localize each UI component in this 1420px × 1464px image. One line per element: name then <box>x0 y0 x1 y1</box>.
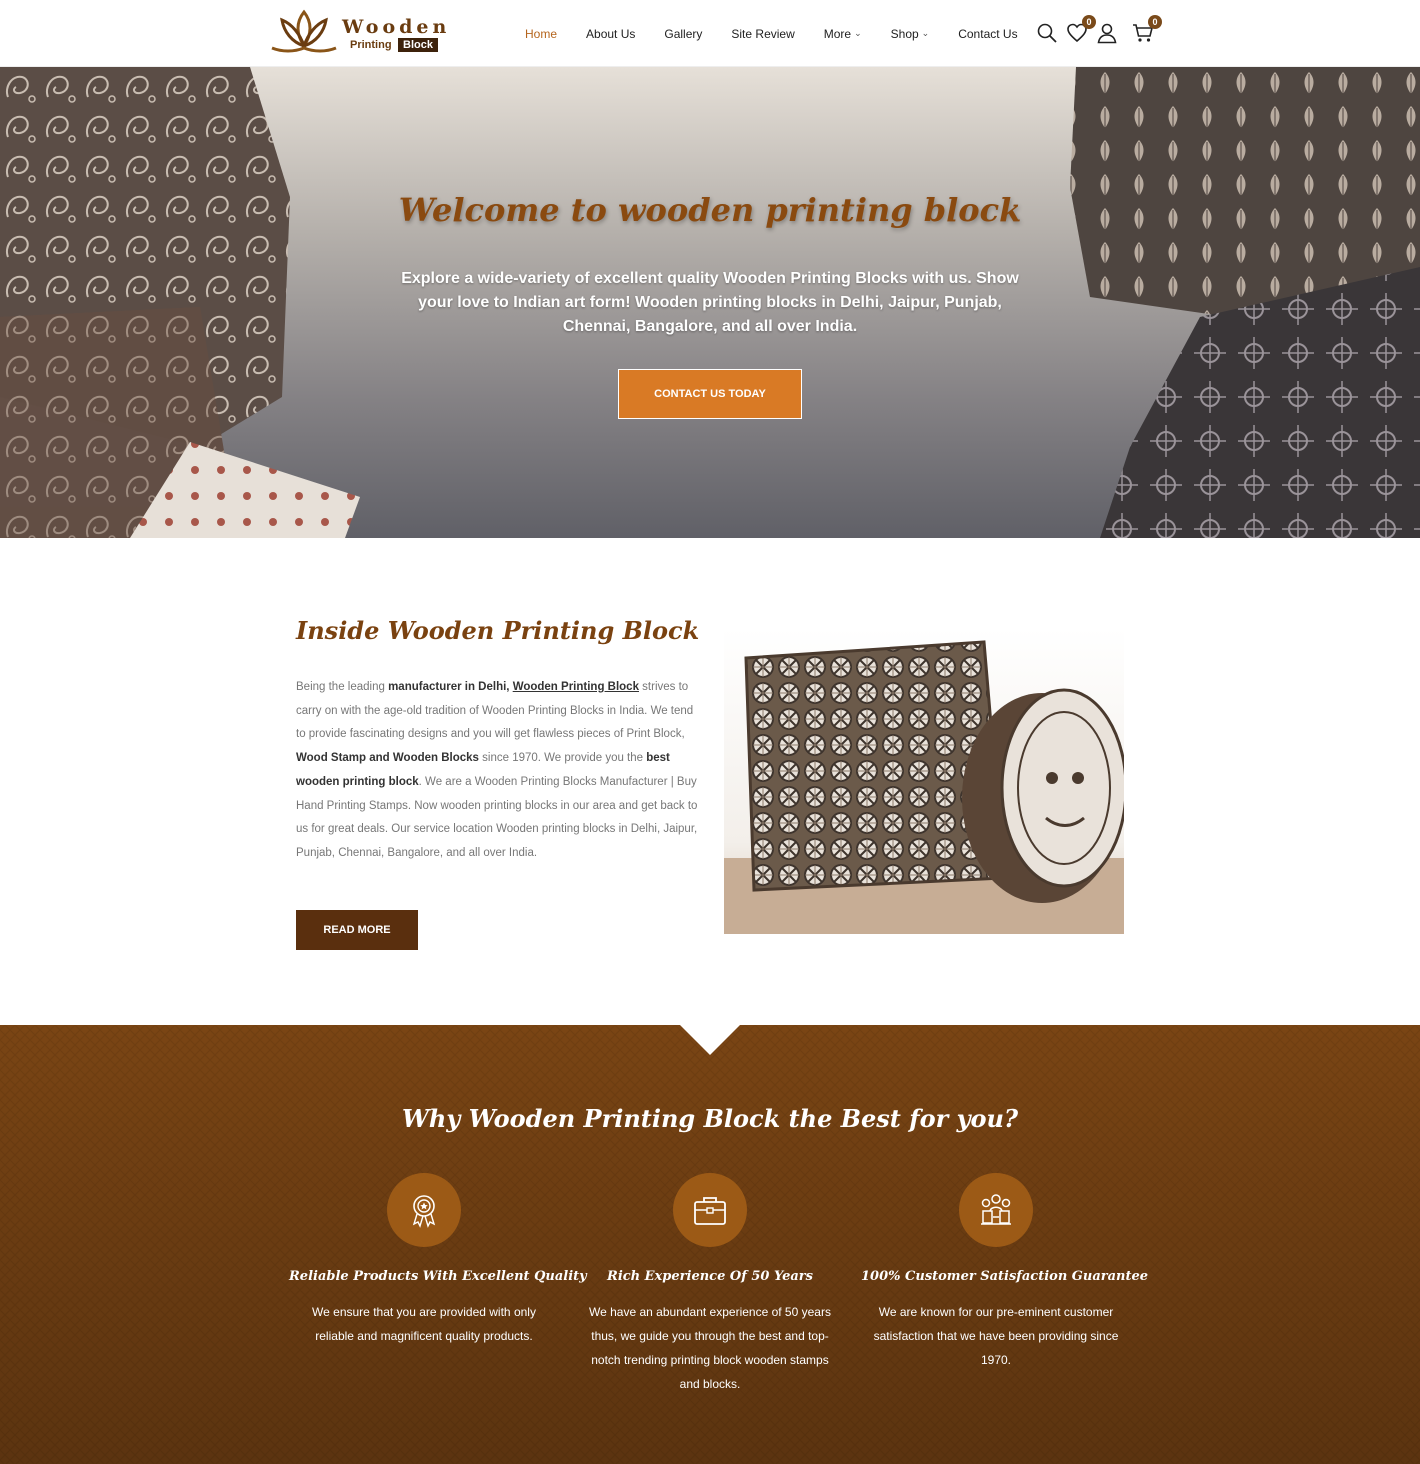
nav-shop-label: Shop <box>890 26 919 41</box>
nav-contact-us[interactable]: Contact Us <box>958 27 1017 41</box>
nav-shop[interactable]: Shop ⌄ <box>891 27 930 41</box>
nav-home[interactable]: Home <box>525 27 557 41</box>
logo-sub: Printing <box>350 39 392 51</box>
logo-sub-box: Block <box>398 38 438 52</box>
nav-more[interactable]: More ⌄ <box>824 27 862 41</box>
nav-about-us-label: About Us <box>586 26 636 41</box>
customer-group-icon <box>959 1173 1033 1247</box>
logo-word: Wooden <box>342 16 451 38</box>
feature-card: Rich Experience Of 50 Years We have an a… <box>575 1173 845 1396</box>
about-text-bold: Wood Stamp and Wooden Blocks <box>296 752 479 765</box>
site-logo[interactable]: Wooden Printing Block <box>268 6 448 58</box>
wooden-printing-block-link[interactable]: Wooden Printing Block <box>513 681 639 693</box>
hero-title: Welcome to wooden printing block <box>398 191 1022 229</box>
feature-text: We are known for our pre-eminent custome… <box>873 1305 1119 1367</box>
nav-contact-us-label: Contact Us <box>958 26 1018 41</box>
feature-title: 100% Customer Satisfaction Guarantee <box>861 1269 1149 1284</box>
feature-card: Reliable Products With Excellent Quality… <box>289 1173 587 1348</box>
about-text-part: Being the leading <box>296 681 389 693</box>
feature-text: We ensure that you are provided with onl… <box>312 1305 536 1343</box>
wishlist-count-badge: 0 <box>1082 15 1096 29</box>
feature-title: Reliable Products With Excellent Quality <box>289 1269 587 1284</box>
main-nav: Home About Us Gallery Site Review More ⌄ … <box>525 0 1047 67</box>
hero-banner: Welcome to wooden printing block Explore… <box>0 67 1420 538</box>
contact-us-today-button[interactable]: CONTACT US TODAY <box>618 369 802 419</box>
feature-title: Rich Experience Of 50 Years <box>607 1269 813 1284</box>
about-text-bold: manufacturer in Delhi, <box>388 681 513 693</box>
award-badge-icon <box>387 1173 461 1247</box>
nav-gallery-label: Gallery <box>664 26 703 41</box>
user-account-icon[interactable] <box>1096 22 1118 44</box>
about-section-text: Being the leading manufacturer in Delhi,… <box>296 676 698 866</box>
wishlist-heart-icon[interactable]: 0 <box>1066 15 1096 44</box>
nav-home-label: Home <box>525 26 558 41</box>
search-icon[interactable] <box>1036 22 1058 44</box>
lotus-logo-icon <box>271 9 337 53</box>
section-notch <box>678 1023 742 1055</box>
hero-description: Explore a wide-variety of excellent qual… <box>401 270 1019 335</box>
header-actions: 0 0 <box>1036 15 1162 48</box>
chevron-down-icon: ⌄ <box>854 28 862 38</box>
about-text-part: since 1970. We provide you the <box>478 752 647 765</box>
briefcase-icon <box>673 1173 747 1247</box>
cart-count-badge: 0 <box>1148 15 1162 29</box>
nav-gallery[interactable]: Gallery <box>664 27 702 41</box>
chevron-down-icon: ⌄ <box>921 28 930 38</box>
nav-site-review-label: Site Review <box>731 26 795 41</box>
nav-site-review[interactable]: Site Review <box>731 27 794 41</box>
nav-about-us[interactable]: About Us <box>586 27 635 41</box>
site-header: Wooden Printing Block Home About Us Gall… <box>0 0 1420 67</box>
feature-card: 100% Customer Satisfaction Guarantee We … <box>861 1173 1149 1372</box>
printing-blocks-photo <box>724 628 1124 934</box>
cart-icon[interactable]: 0 <box>1132 15 1162 44</box>
nav-more-label: More <box>823 26 852 41</box>
about-section-title: Inside Wooden Printing Block <box>296 616 700 645</box>
read-more-button[interactable]: READ MORE <box>296 910 418 950</box>
feature-text: We have an abundant experience of 50 yea… <box>589 1305 831 1391</box>
why-section-title: Why Wooden Printing Block the Best for y… <box>401 1104 1019 1133</box>
about-text-part: . We are a Wooden Printing Blocks Manufa… <box>296 775 698 859</box>
